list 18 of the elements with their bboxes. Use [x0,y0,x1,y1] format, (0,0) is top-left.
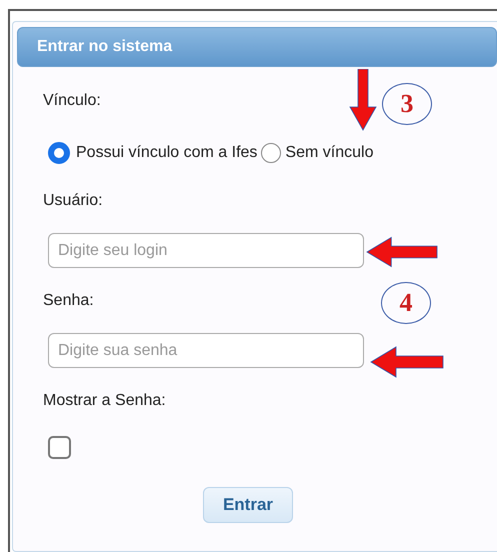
radio-button[interactable] [48,142,70,164]
login-button[interactable]: Entrar [203,487,293,523]
field-label: Senha: [43,291,94,311]
password-field[interactable]: Digite sua senha [48,333,364,368]
login-field[interactable]: Digite seu login [48,233,364,268]
arrow-icon [366,236,438,268]
field-label: Mostrar a Senha: [43,391,166,411]
step-number: 4 [381,282,431,324]
panel-title: Entrar no sistema [37,38,172,56]
step-number: 3 [382,83,432,125]
radio-button[interactable] [261,143,282,163]
show-password-checkbox[interactable] [48,436,71,459]
arrow-icon [370,346,444,378]
radio-label[interactable]: Sem vínculo [285,144,374,162]
arrow-icon [349,69,377,131]
field-label: Usuário: [43,191,103,211]
radio-label[interactable]: Possui vínculo com a Ifes [76,144,258,162]
field-label: Vínculo: [43,91,101,111]
